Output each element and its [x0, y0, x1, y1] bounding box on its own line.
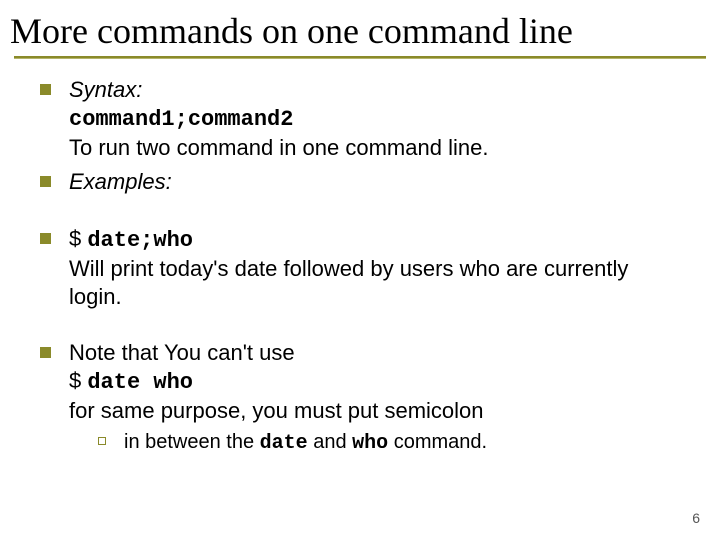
slide-title: More commands on one command line: [0, 0, 720, 56]
bullet-example-1: $ date;who Will print today's date follo…: [40, 225, 680, 311]
prompt-symbol: $: [69, 368, 87, 393]
sub-text-pre: in between the: [124, 431, 260, 453]
slide: More commands on one command line Syntax…: [0, 0, 720, 540]
sub-code-date: date: [260, 432, 308, 455]
bullet-note: Note that You can't use $ date who for s…: [40, 339, 680, 456]
examples-label: Examples:: [69, 169, 172, 194]
note-line-3: for same purpose, you must put semicolon: [69, 398, 484, 423]
syntax-code: command1;command2: [69, 107, 293, 132]
sub-code-who: who: [352, 432, 388, 455]
note-line-1: Note that You can't use: [69, 340, 295, 365]
sub-text-post: command.: [388, 431, 487, 453]
square-bullet-icon: [40, 176, 51, 187]
slide-number: 6: [692, 510, 700, 526]
bullet-examples: Examples:: [40, 168, 680, 196]
sub-bullet: in between the date and who command.: [69, 430, 680, 457]
example-description: Will print today's date followed by user…: [69, 256, 628, 309]
syntax-description: To run two command in one command line.: [69, 135, 488, 160]
example-code: date;who: [87, 228, 193, 253]
square-bullet-icon: [40, 233, 51, 244]
sub-text-mid: and: [308, 431, 352, 453]
note-wrong-code: date who: [87, 370, 193, 395]
square-bullet-icon: [40, 84, 51, 95]
square-bullet-icon: [40, 347, 51, 358]
prompt-symbol: $: [69, 226, 87, 251]
bullet-syntax: Syntax: command1;command2 To run two com…: [40, 76, 680, 162]
slide-body: Syntax: command1;command2 To run two com…: [0, 58, 720, 456]
syntax-label: Syntax:: [69, 77, 142, 102]
hollow-square-bullet-icon: [98, 437, 106, 445]
